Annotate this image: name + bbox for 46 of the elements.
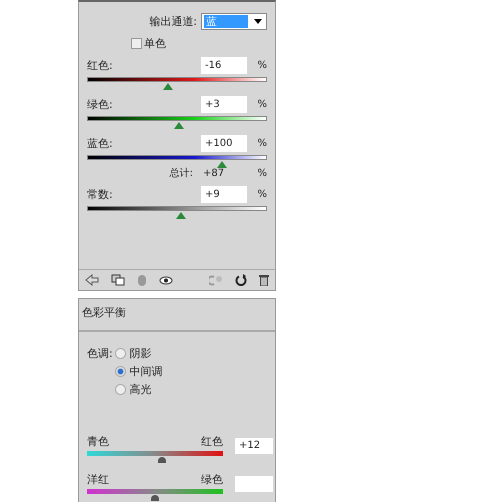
channel-label: 红色: [87, 58, 114, 72]
slider-thumb[interactable] [151, 495, 159, 501]
output-channel-label: 输出通道: [149, 14, 197, 29]
percent-sign: % [256, 98, 267, 110]
slider-thumb[interactable] [163, 83, 174, 90]
monochrome-checkbox[interactable] [131, 38, 142, 49]
slider-right-label: 红色 [201, 434, 223, 449]
back-arrow-icon[interactable] [85, 274, 99, 286]
slider-thumb[interactable] [216, 161, 226, 168]
tone-label: 色调: [87, 346, 113, 362]
percent-field[interactable]: +100 [201, 134, 247, 152]
panel-title: 色彩平衡 [82, 306, 126, 319]
mask-icon[interactable] [137, 274, 147, 286]
tone-radio[interactable] [114, 348, 126, 358]
percent-sign: % [256, 60, 267, 70]
slider-thumb[interactable] [158, 457, 166, 463]
channel-label: 蓝色: [87, 136, 114, 150]
value-field[interactable]: +12 [235, 438, 273, 454]
percent-field[interactable]: +3 [201, 96, 247, 112]
eye-icon[interactable] [159, 276, 173, 284]
slider-thumb[interactable] [174, 122, 184, 129]
trash-icon[interactable] [259, 274, 269, 286]
constant-label: 常数: [87, 186, 114, 202]
tone-radio[interactable] [114, 366, 126, 376]
slider-right-label: 绿色 [201, 472, 223, 487]
tone-option-label: 高光 [130, 382, 152, 396]
slider-thumb[interactable] [176, 212, 186, 219]
percent-sign: % [256, 188, 267, 200]
tone-radio[interactable] [114, 384, 126, 394]
percent-sign: % [256, 168, 267, 178]
percent-field[interactable]: +9 [201, 186, 247, 202]
total-label: 总计: [170, 166, 193, 180]
tone-option-label: 中间调 [130, 364, 163, 378]
previous-state-icon[interactable] [209, 274, 223, 286]
tone-option-label: 阴影 [130, 346, 152, 360]
value-field[interactable] [235, 476, 273, 492]
slider-left-label: 洋红 [87, 472, 109, 487]
percent-field[interactable]: -16 [201, 56, 247, 74]
reset-icon[interactable] [235, 274, 247, 286]
monochrome-label: 单色 [144, 36, 166, 51]
caret-icon [254, 19, 262, 24]
total-value: +87 [202, 168, 226, 178]
channel-label: 绿色: [87, 96, 114, 112]
percent-sign: % [256, 138, 267, 148]
slider-left-label: 青色 [87, 434, 109, 449]
clip-layers-icon[interactable] [111, 274, 125, 286]
